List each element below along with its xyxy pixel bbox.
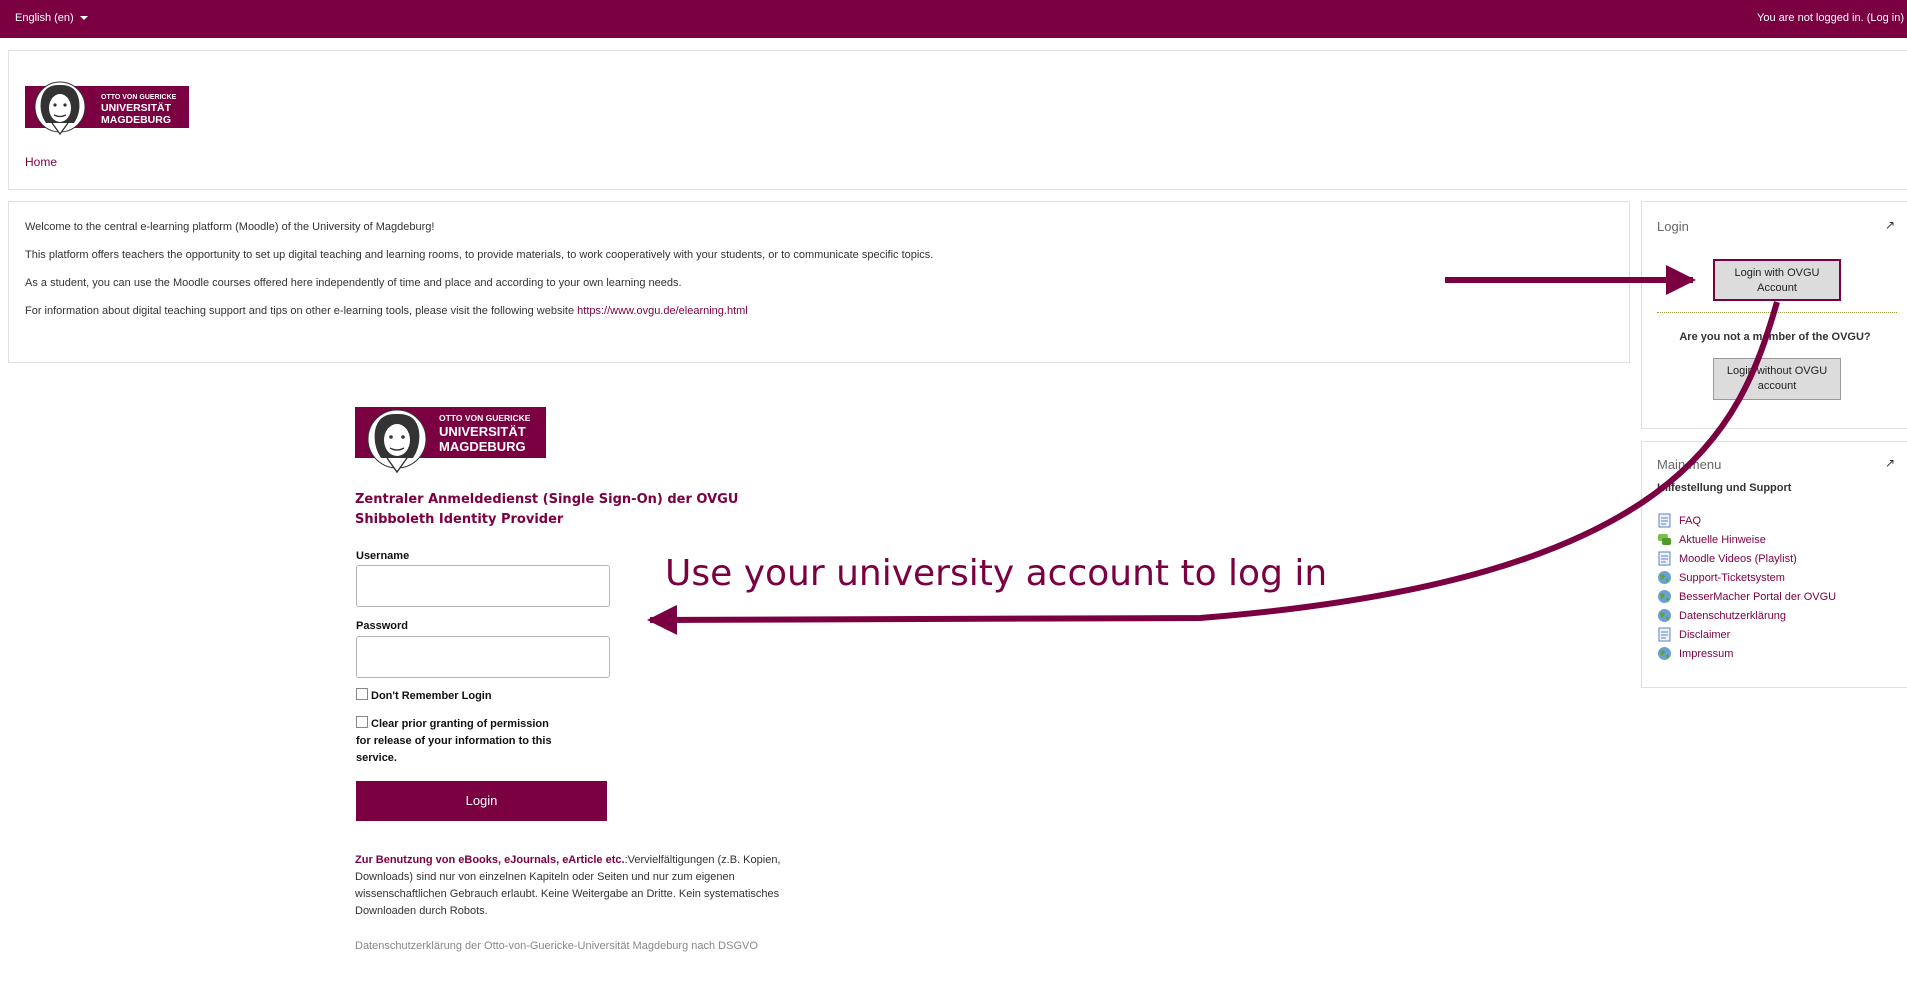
arrow-to-username-field (647, 301, 1780, 635)
annotation-arrows (647, 265, 1780, 635)
